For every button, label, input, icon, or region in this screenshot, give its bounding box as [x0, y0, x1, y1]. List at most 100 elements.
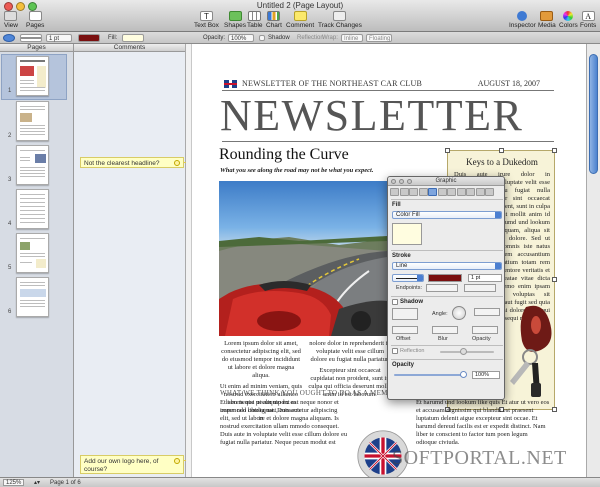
- inspector-separator: [391, 250, 503, 251]
- inspector-zoom-button[interactable]: [407, 179, 412, 184]
- stroke-section-label: Stroke: [392, 253, 411, 259]
- shadow-checkbox[interactable]: [259, 35, 265, 41]
- shadow-offset-field[interactable]: [392, 326, 418, 334]
- masthead-club-name: NEWSLETTER OF THE NORTHEAST CAR CLUB: [242, 79, 422, 88]
- start-endpoint-popup[interactable]: [426, 284, 458, 292]
- pages-label: Pages: [26, 22, 45, 29]
- reflection-slider-knob[interactable]: [460, 348, 467, 355]
- inspector-minimize-button[interactable]: [399, 179, 404, 184]
- inspector-button[interactable]: Inspector: [509, 11, 536, 29]
- end-endpoint-popup[interactable]: [464, 284, 496, 292]
- opacity-slider-knob[interactable]: [460, 371, 467, 378]
- page-thumbnail-6[interactable]: [16, 277, 49, 317]
- comment-note-logo[interactable]: Add our own logo here, of course?: [80, 455, 184, 474]
- keychain-icon: [510, 305, 552, 397]
- media-button[interactable]: Media: [538, 11, 556, 29]
- stroke-type-popup[interactable]: Line: [392, 262, 502, 270]
- stroke-color-well[interactable]: [428, 274, 462, 282]
- chart-inspector-tab-icon[interactable]: [456, 188, 466, 196]
- comment-note-headline[interactable]: Not the clearest headline?: [80, 157, 184, 168]
- fill-type-popup[interactable]: Color Fill: [392, 211, 502, 219]
- graphic-inspector-tab-icon[interactable]: [428, 188, 437, 196]
- resize-handle[interactable]: [552, 277, 557, 282]
- page-thumbnail-1[interactable]: [16, 56, 49, 96]
- shadow-opacity-field[interactable]: [472, 326, 498, 334]
- resize-handle[interactable]: [499, 148, 504, 153]
- comment-button[interactable]: Comment: [286, 11, 314, 29]
- stroke-style-popup[interactable]: [392, 274, 424, 282]
- red-car-photo[interactable]: [219, 181, 387, 336]
- stroke-color-well[interactable]: [78, 34, 100, 42]
- shadow-angle-knob[interactable]: [452, 306, 466, 320]
- pages-app-window: Untitled 2 (Page Layout) View Pages T Te…: [0, 0, 600, 487]
- stroke-width-popup[interactable]: 1 pt: [46, 34, 72, 42]
- inspector-separator: [391, 359, 503, 360]
- table-inspector-tab-icon[interactable]: [447, 188, 456, 196]
- scrollbar-thumb[interactable]: [589, 54, 598, 174]
- article-headline[interactable]: Rounding the Curve: [219, 146, 349, 164]
- graphic-inspector-panel[interactable]: Graphic Fill Color Fill Stroke Line 1 pt…: [387, 176, 505, 400]
- table-button[interactable]: Table: [247, 11, 263, 29]
- page-thumbnail-5[interactable]: [16, 233, 49, 273]
- page-thumbnail-4[interactable]: [16, 189, 49, 229]
- styles-drawer-button[interactable]: [3, 34, 15, 42]
- opacity-popup[interactable]: 100%: [228, 34, 254, 42]
- zoom-stepper-icon[interactable]: ▴▾: [34, 479, 40, 487]
- reflection-slider[interactable]: [440, 351, 494, 353]
- shadow-blur-field[interactable]: [432, 326, 458, 334]
- stroke-style-popup[interactable]: [20, 34, 42, 42]
- document-page[interactable]: NEWSLETTER OF THE NORTHEAST CAR CLUB AUG…: [186, 44, 586, 477]
- layout-inspector-tab-icon[interactable]: [399, 188, 409, 196]
- media-icon: [540, 11, 554, 21]
- opacity-field[interactable]: 100%: [472, 371, 500, 379]
- shadow-color-well[interactable]: [392, 308, 418, 320]
- stroke-width-field[interactable]: 1 pt: [468, 274, 502, 282]
- text-box-button[interactable]: T Text Box: [194, 11, 219, 29]
- pages-button[interactable]: Pages: [26, 11, 44, 29]
- comment-marker-icon[interactable]: [174, 160, 180, 166]
- shadow-opacity-label: Opacity: [472, 336, 491, 342]
- inspector-close-button[interactable]: [391, 179, 396, 184]
- other-inspector-tab-icon[interactable]: [485, 188, 494, 196]
- resize-handle[interactable]: [445, 148, 450, 153]
- resize-handle[interactable]: [552, 148, 557, 153]
- view-button[interactable]: View: [4, 11, 18, 29]
- inspector-label: Inspector: [509, 22, 536, 29]
- chart-button[interactable]: Chart: [266, 11, 282, 29]
- bottom-column-1[interactable]: Et tam neque pecun modut est neque nonor…: [220, 399, 348, 473]
- fill-color-well[interactable]: [122, 34, 144, 42]
- track-changes-button[interactable]: Track Changes: [318, 11, 362, 29]
- metrics-inspector-tab-icon[interactable]: [437, 188, 447, 196]
- track-changes-label: Track Changes: [318, 22, 362, 29]
- reflection-checkbox[interactable]: [392, 348, 398, 354]
- link-inspector-tab-icon[interactable]: [466, 188, 475, 196]
- page-number-3: 3: [8, 177, 12, 183]
- quicktime-inspector-tab-icon[interactable]: [475, 188, 485, 196]
- vertical-scrollbar[interactable]: [586, 44, 600, 477]
- wrap-inspector-tab-icon[interactable]: [409, 188, 418, 196]
- text-inspector-tab-icon[interactable]: [418, 188, 428, 196]
- shapes-label: Shapes: [224, 22, 247, 29]
- inline-button[interactable]: Inline: [341, 34, 363, 42]
- reflection-label: Reflection: [297, 35, 324, 41]
- shapes-button[interactable]: Shapes: [224, 11, 246, 29]
- chart-icon: [267, 11, 281, 21]
- shapes-icon: [228, 11, 242, 21]
- fill-section-label: Fill: [392, 202, 401, 208]
- newsletter-title[interactable]: NEWSLETTER: [220, 92, 523, 140]
- page-thumbnail-3[interactable]: [16, 145, 49, 185]
- inspector-separator: [391, 199, 503, 200]
- article-subhead[interactable]: What you see along the road may not be w…: [220, 167, 373, 174]
- floating-button[interactable]: Floating: [366, 34, 392, 42]
- shadow-angle-field[interactable]: [474, 308, 500, 316]
- resize-handle[interactable]: [552, 407, 557, 412]
- shadow-checkbox[interactable]: [392, 299, 398, 305]
- document-inspector-tab-icon[interactable]: [390, 188, 399, 196]
- fill-color-well[interactable]: [392, 223, 422, 245]
- opacity-slider[interactable]: [394, 374, 464, 376]
- comment-marker-icon[interactable]: [174, 458, 180, 464]
- fonts-button[interactable]: A Fonts: [580, 11, 596, 29]
- zoom-popup[interactable]: 125%: [3, 479, 25, 486]
- page-thumbnail-2[interactable]: [16, 101, 49, 141]
- colors-button[interactable]: Colors: [559, 11, 578, 29]
